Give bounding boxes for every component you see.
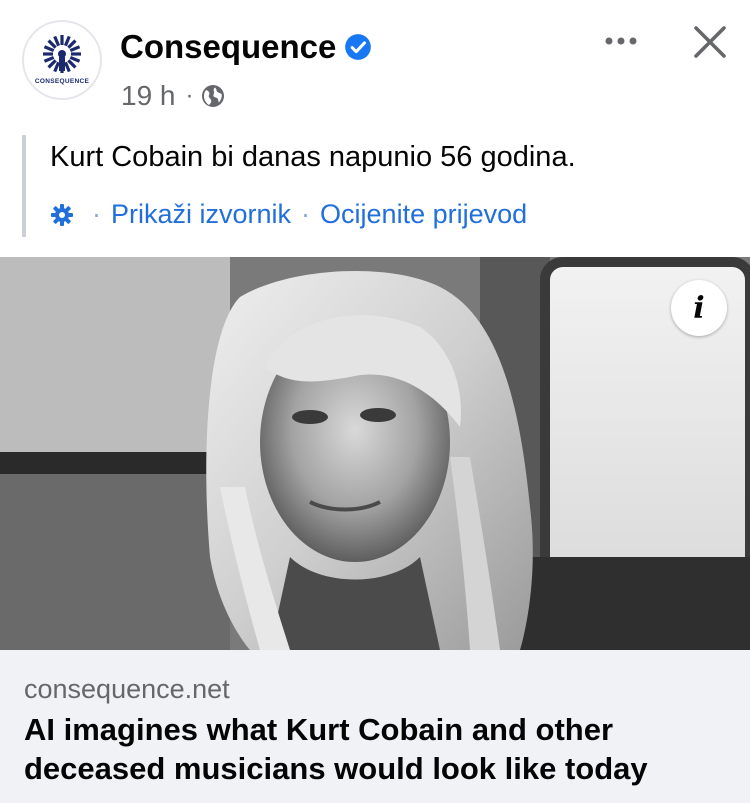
close-icon[interactable] <box>690 22 730 62</box>
show-original-link[interactable]: Prikaži izvornik <box>111 199 291 230</box>
post-timestamp[interactable]: 19 h <box>121 80 176 112</box>
more-options-icon[interactable] <box>601 24 641 58</box>
globe-icon[interactable] <box>201 84 225 108</box>
rate-translation-link[interactable]: Ocijenite prijevod <box>320 199 527 230</box>
link-title: AI imagines what Kurt Cobain and other d… <box>24 712 648 786</box>
gear-icon[interactable] <box>50 203 74 227</box>
meta-separator: · <box>185 82 194 109</box>
page-name[interactable]: Consequence <box>120 28 336 66</box>
info-icon[interactable]: i <box>671 280 727 336</box>
translation-options: · Prikaži izvornik · Ocijenite prijevod <box>50 199 527 230</box>
kurt-cobain-photo <box>0 257 750 650</box>
post-header: CONSEQUENCE Consequence 19 h · <box>0 0 750 120</box>
post-meta: 19 h · <box>121 80 225 112</box>
link-preview-image[interactable] <box>0 257 750 650</box>
avatar-logo-text: CONSEQUENCE <box>34 78 90 85</box>
post-text-block: Kurt Cobain bi danas napunio 56 godina. … <box>22 135 722 237</box>
translation-separator: · <box>301 199 311 229</box>
page-name-row: Consequence <box>120 28 372 66</box>
consequence-logo-icon <box>43 35 81 73</box>
post-text: Kurt Cobain bi danas napunio 56 godina. <box>50 141 576 173</box>
translation-separator: · <box>92 199 101 229</box>
page-avatar[interactable]: CONSEQUENCE <box>22 20 102 100</box>
verified-badge-icon <box>345 34 372 60</box>
link-domain: consequence.net <box>24 674 230 704</box>
link-preview-info[interactable]: consequence.net AI imagines what Kurt Co… <box>0 650 750 803</box>
